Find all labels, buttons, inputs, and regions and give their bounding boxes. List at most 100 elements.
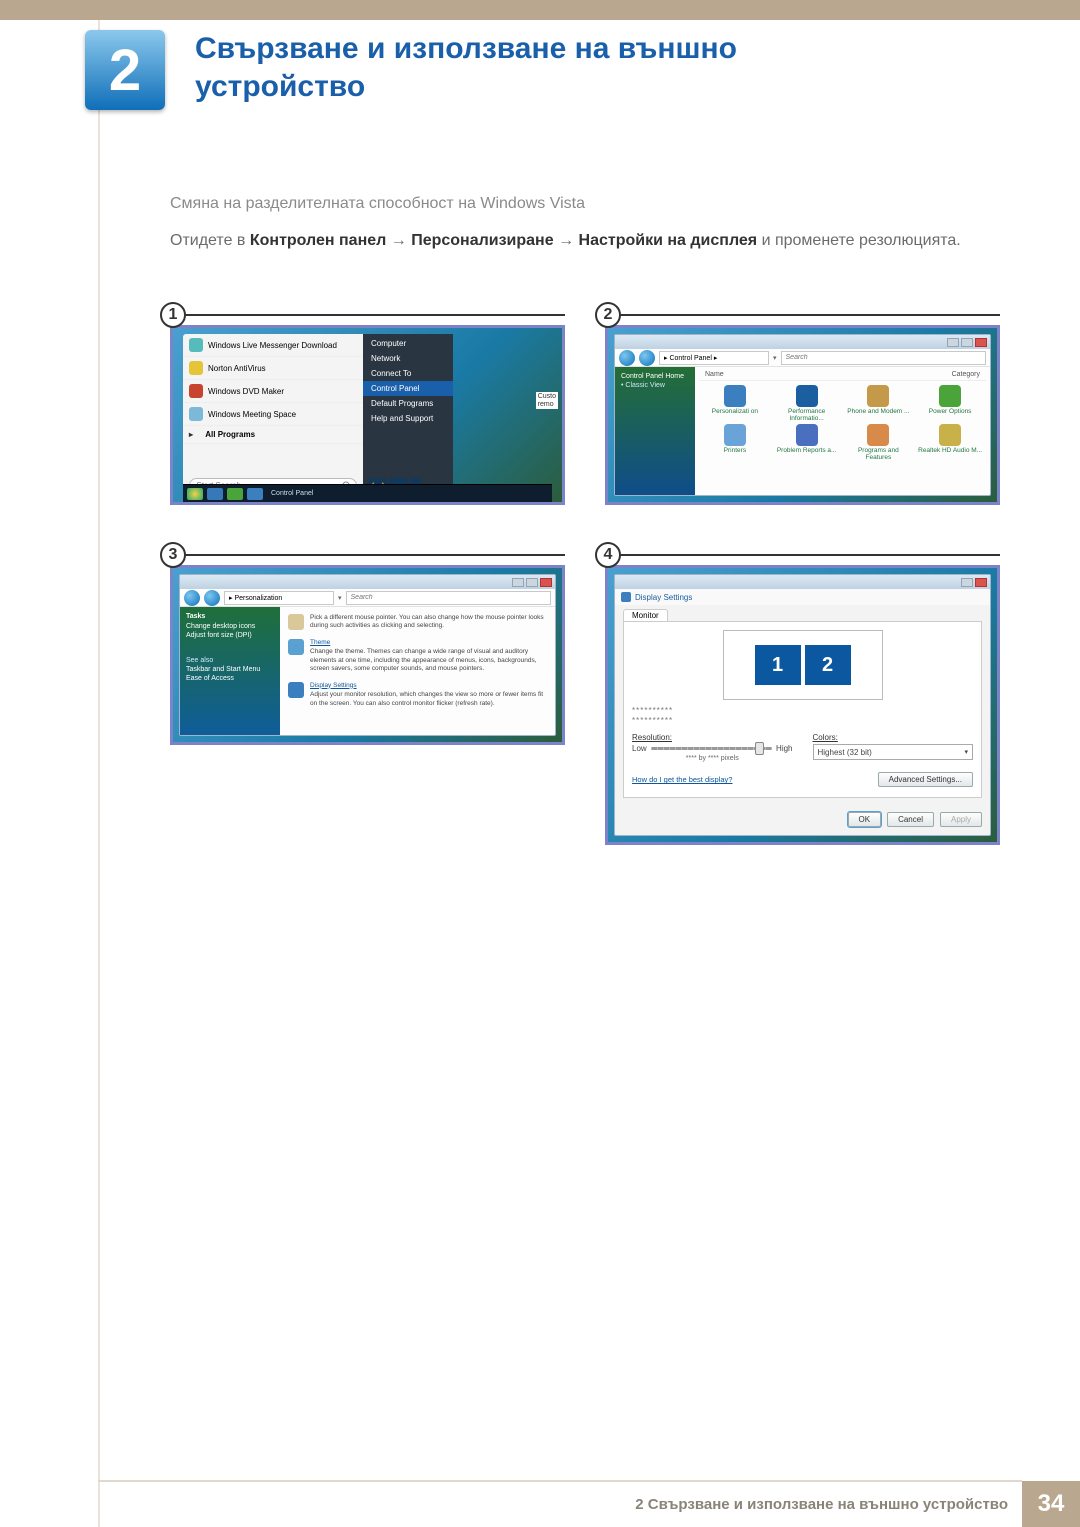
minimize-button[interactable] [512, 578, 524, 587]
personalization-item-display-settings[interactable]: Display SettingsAdjust your monitor reso… [288, 682, 547, 708]
cp-item[interactable]: Power Options [916, 385, 984, 422]
window: ▸ Control Panel ▸ ▾ Control Panel Home •… [614, 334, 991, 496]
column-header[interactable]: Category [952, 371, 980, 378]
cp-item[interactable]: Programs and Features [845, 424, 913, 461]
minimize-button[interactable] [961, 578, 973, 587]
cp-item[interactable]: Realtek HD Audio M... [916, 424, 984, 461]
step-rule [184, 554, 565, 556]
cancel-button[interactable]: Cancel [887, 812, 934, 827]
tab-strip: Monitor [615, 605, 990, 621]
main-pane: Pick a different mouse pointer. You can … [280, 607, 555, 735]
cp-icon [939, 385, 961, 407]
start-menu-left: Windows Live Messenger Download Norton A… [183, 334, 363, 496]
search-input[interactable] [781, 351, 986, 365]
all-programs[interactable]: ▸ All Programs [183, 426, 363, 444]
breadcrumb[interactable]: ▸ Personalization [224, 591, 334, 605]
sidebar-link[interactable]: Taskbar and Start Menu [186, 666, 274, 673]
close-button[interactable] [540, 578, 552, 587]
taskbar-icon[interactable] [227, 488, 243, 500]
step-badge-3: 3 [160, 542, 186, 568]
best-display-link[interactable]: How do I get the best display? [632, 775, 732, 784]
app-icon [189, 384, 203, 398]
resolution-slider[interactable]: Low High [632, 744, 793, 753]
maximize-button[interactable] [961, 338, 973, 347]
start-menu-item[interactable]: Windows Live Messenger Download [183, 334, 363, 357]
tab-monitor[interactable]: Monitor [623, 609, 668, 621]
display-icon [621, 592, 631, 602]
cp-icon [724, 424, 746, 446]
personalization-item[interactable]: Pick a different mouse pointer. You can … [288, 614, 547, 631]
taskbar-icon[interactable] [207, 488, 223, 500]
taskbar: Control Panel [183, 484, 552, 502]
figure-grid: 1 Windows Live Messenger Download Norton… [170, 315, 1000, 845]
forward-button[interactable] [204, 590, 220, 606]
sidebar-link[interactable]: Ease of Access [186, 675, 274, 682]
personalization-item[interactable]: ThemeChange the theme. Themes can change… [288, 639, 547, 674]
figure-2-control-panel: ▸ Control Panel ▸ ▾ Control Panel Home •… [605, 325, 1000, 505]
apply-button[interactable]: Apply [940, 812, 982, 827]
close-button[interactable] [975, 338, 987, 347]
app-icon [189, 338, 203, 352]
cp-icon [867, 424, 889, 446]
advanced-settings-button[interactable]: Advanced Settings... [878, 772, 973, 787]
column-header[interactable]: Name [705, 371, 724, 378]
breadcrumb[interactable]: ▸ Control Panel ▸ [659, 351, 769, 365]
colors-label: Colors: [813, 733, 974, 742]
start-right-item[interactable]: Computer [363, 336, 453, 351]
dialog: Display Settings Monitor 1 2 ***********… [614, 574, 991, 836]
resolution-label: Resolution: [632, 733, 793, 742]
search-input[interactable] [346, 591, 551, 605]
cp-item[interactable]: Printers [701, 424, 769, 461]
ok-button[interactable]: OK [848, 812, 882, 827]
main-pane: Name Category Personalizati on Performanc… [695, 367, 990, 495]
back-button[interactable] [619, 350, 635, 366]
taskbar-window-label[interactable]: Control Panel [271, 490, 313, 497]
start-right-item-control-panel[interactable]: Control Panel [363, 381, 453, 396]
start-right-item[interactable]: Connect To [363, 366, 453, 381]
cp-item[interactable]: Problem Reports a... [773, 424, 841, 461]
cp-icon [796, 424, 818, 446]
start-right-item[interactable]: Default Programs [363, 396, 453, 411]
control-panel-icons: Personalizati on Performance Informatio.… [699, 381, 986, 465]
slider-thumb[interactable] [755, 742, 764, 755]
address-bar: ▸ Control Panel ▸ ▾ [615, 349, 990, 367]
sidebar-link[interactable]: • Classic View [621, 382, 689, 389]
cp-item[interactable]: Phone and Modem ... [845, 385, 913, 422]
colors-select[interactable]: Highest (32 bit)▾ [813, 744, 974, 760]
maximize-button[interactable] [526, 578, 538, 587]
chevron-down-icon: ▾ [964, 748, 968, 756]
start-menu-item[interactable]: Windows DVD Maker [183, 380, 363, 403]
monitor-arrangement[interactable]: 1 2 [723, 630, 883, 700]
start-menu-item[interactable]: Norton AntiVirus [183, 357, 363, 380]
start-menu-right: Computer Network Connect To Control Pane… [363, 334, 453, 496]
resolution-value: **** by **** pixels [632, 755, 793, 762]
titlebar [180, 575, 555, 589]
figure-3-personalization: ▸ Personalization ▾ Tasks Change desktop… [170, 565, 565, 745]
start-menu-item[interactable]: Windows Meeting Space [183, 403, 363, 426]
close-button[interactable] [975, 578, 987, 587]
sidebar: Tasks Change desktop icons Adjust font s… [180, 607, 280, 735]
back-button[interactable] [184, 590, 200, 606]
sidebar-link[interactable]: Adjust font size (DPI) [186, 632, 274, 639]
cp-item[interactable]: Performance Informatio... [773, 385, 841, 422]
start-right-item[interactable]: Network [363, 351, 453, 366]
forward-button[interactable] [639, 350, 655, 366]
start-right-item[interactable]: Help and Support [363, 411, 453, 426]
start-orb-icon[interactable] [187, 488, 203, 500]
slider-high-label: High [776, 744, 792, 753]
dialog-title: Display Settings [615, 589, 990, 605]
monitor-1[interactable]: 1 [755, 645, 801, 685]
cp-item-personalization[interactable]: Personalizati on [701, 385, 769, 422]
minimize-button[interactable] [947, 338, 959, 347]
section-subtitle: Смяна на разделителната способност на Wi… [170, 190, 1000, 217]
app-icon [189, 407, 203, 421]
mouse-icon [288, 614, 304, 630]
sidebar-link[interactable]: Change desktop icons [186, 623, 274, 630]
taskbar-icon[interactable] [247, 488, 263, 500]
app-icon [189, 361, 203, 375]
sidebar-link[interactable]: Control Panel Home [621, 373, 689, 380]
monitor-2[interactable]: 2 [805, 645, 851, 685]
step-badge-2: 2 [595, 302, 621, 328]
left-margin-rule [98, 20, 100, 1527]
sidebar-heading: Tasks [186, 613, 274, 620]
